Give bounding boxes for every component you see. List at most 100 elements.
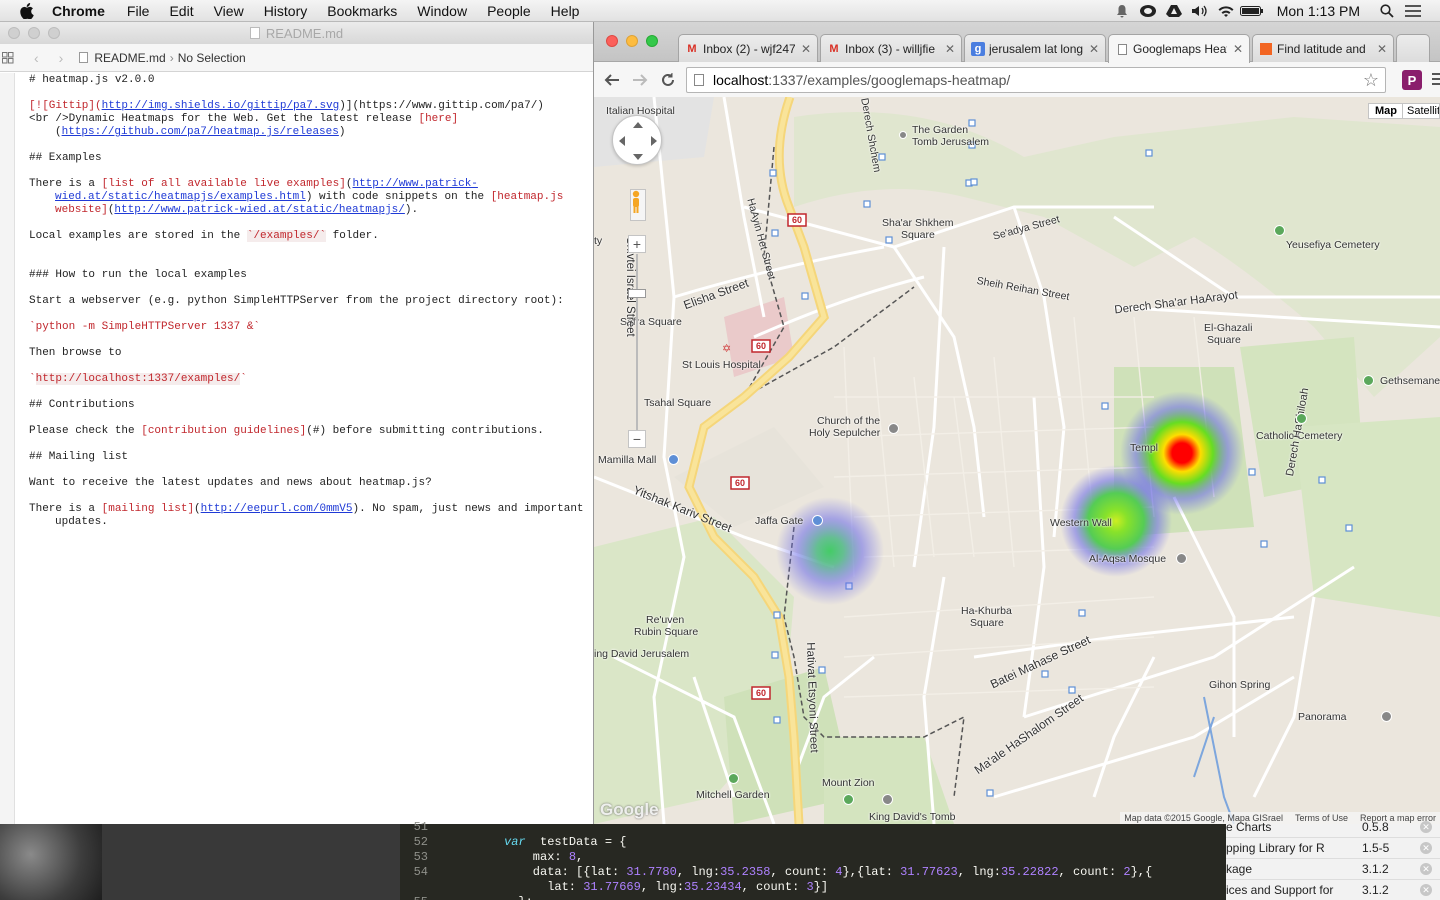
package-row[interactable]: e Charts 0.5.8 ✕ (1226, 817, 1440, 838)
remove-package-icon[interactable]: ✕ (1420, 821, 1432, 833)
map-label[interactable]: Al-Aqsa Mosque (1089, 553, 1166, 565)
package-row[interactable]: kage 3.1.2 ✕ (1226, 859, 1440, 880)
spotlight-search-icon[interactable] (1374, 0, 1400, 22)
menu-people[interactable]: People (487, 3, 531, 19)
close-button[interactable] (606, 35, 618, 47)
map-label[interactable]: The Garden (912, 124, 968, 136)
map-type-satellite-button[interactable]: Satellite (1402, 103, 1440, 119)
remove-package-icon[interactable]: ✕ (1420, 842, 1432, 854)
map-label[interactable]: Square (970, 617, 1004, 629)
package-row[interactable]: ices and Support for 3.1.2 ✕ (1226, 880, 1440, 900)
google-logo[interactable]: Google (600, 800, 659, 820)
code-editor[interactable]: 51 52 var testData = {53 max: 8, 54 data: [… (400, 820, 1226, 900)
map-label[interactable]: Tomb Jerusalem (912, 136, 989, 148)
map-label[interactable]: Rubin Square (634, 626, 698, 638)
menu-view[interactable]: View (214, 3, 244, 19)
grid-icon[interactable] (2, 51, 16, 64)
map-label[interactable]: Sha'ar Shkhem (882, 217, 953, 229)
tab-inbox-1[interactable]: M Inbox (2) - wjf247 ✕ (678, 34, 818, 62)
map-label[interactable]: ing David Jerusalem (594, 648, 689, 660)
map-label[interactable]: Mitchell Garden (696, 789, 770, 801)
chrome-menu-icon[interactable] (1432, 72, 1440, 88)
minimize-button[interactable] (28, 27, 40, 39)
tab-google-search[interactable]: g jerusalem lat long ✕ (964, 34, 1106, 62)
google-drive-icon[interactable] (1161, 0, 1187, 22)
map-label[interactable]: Yeusefiya Cemetery (1286, 239, 1380, 251)
menu-window[interactable]: Window (417, 3, 467, 19)
landmark-icon[interactable] (899, 131, 907, 139)
google-map[interactable]: 60 60 60 60 Italian Hospital The Garden … (594, 97, 1440, 824)
forward-arrow-icon[interactable] (626, 66, 654, 94)
park-icon[interactable] (728, 773, 739, 784)
remove-package-icon[interactable]: ✕ (1420, 863, 1432, 875)
map-label[interactable]: El-Ghazali (1204, 322, 1252, 334)
code-line[interactable]: 51 (400, 820, 1226, 835)
code-line[interactable]: 52 var testData = { (400, 835, 1226, 850)
map-label[interactable]: Templ (1130, 442, 1158, 454)
map-label[interactable]: Holy Sepulcher (809, 427, 880, 439)
creative-cloud-icon[interactable] (1135, 0, 1161, 22)
tab-googlemaps-heatmap[interactable]: Googlemaps Heatmap✕ (1108, 34, 1250, 63)
battery-icon[interactable] (1239, 0, 1265, 22)
package-row[interactable]: pping Library for R 1.5-5 ✕ (1226, 838, 1440, 859)
map-label[interactable]: Square (901, 229, 935, 241)
map-label[interactable]: Gihon Spring (1209, 679, 1270, 691)
cemetery-icon[interactable] (1363, 375, 1374, 386)
map-label[interactable]: Church of the (817, 415, 880, 427)
church-icon[interactable] (888, 423, 899, 434)
tab-inbox-2[interactable]: M Inbox (3) - willjfie ✕ (820, 34, 962, 62)
zoom-slider-track[interactable] (636, 254, 638, 430)
tab-close-icon[interactable]: ✕ (801, 42, 811, 56)
reload-icon[interactable] (654, 66, 682, 94)
zoom-out-button[interactable]: − (628, 430, 646, 448)
tab-close-icon[interactable]: ✕ (1233, 42, 1243, 56)
shopping-icon[interactable] (668, 454, 679, 465)
remove-package-icon[interactable]: ✕ (1420, 884, 1432, 896)
tab-find-latitude[interactable]: Find latitude and ✕ (1252, 34, 1394, 62)
menu-file[interactable]: File (127, 3, 150, 19)
clock[interactable]: Mon 1:13 PM (1277, 3, 1360, 19)
map-type-map-button[interactable]: Map (1368, 103, 1404, 119)
religious-site-icon[interactable] (882, 794, 893, 805)
pan-control-icon[interactable] (612, 115, 662, 165)
forward-icon[interactable]: › (59, 50, 64, 66)
path-file[interactable]: README.md (94, 51, 165, 65)
back-arrow-icon[interactable] (598, 66, 626, 94)
map-label[interactable]: Gethsemane (1380, 375, 1440, 387)
tab-close-icon[interactable]: ✕ (1089, 42, 1099, 56)
zoom-slider-handle[interactable] (628, 289, 646, 298)
map-label[interactable]: Jaffa Gate (755, 515, 803, 527)
zoom-button[interactable] (48, 27, 60, 39)
wifi-icon[interactable] (1213, 0, 1239, 22)
volume-icon[interactable] (1187, 0, 1213, 22)
code-line[interactable]: 53 max: 8, (400, 850, 1226, 865)
code-line[interactable]: 54 data: [{lat: 31.7780, lng:35.2358, co… (400, 865, 1226, 880)
back-icon[interactable]: ‹ (34, 50, 39, 66)
map-label[interactable]: Re'uven (646, 614, 684, 626)
code-line[interactable]: 55 }; (400, 895, 1226, 900)
notification-center-icon[interactable] (1400, 0, 1426, 22)
address-bar[interactable]: localhost:1337/examples/googlemaps-heatm… (686, 67, 1386, 93)
editor-text[interactable]: # heatmap.js v2.0.0 [![Gittip](http://im… (29, 73, 587, 529)
map-label[interactable]: Mamilla Mall (598, 454, 656, 466)
code-line[interactable]: lat: 31.77669, lng:35.23434, count: 3}] (400, 880, 1226, 895)
apple-icon[interactable] (19, 2, 35, 19)
cemetery-icon[interactable] (1274, 225, 1285, 236)
map-label[interactable]: Square (1207, 334, 1241, 346)
menu-edit[interactable]: Edit (169, 3, 193, 19)
extension-icon[interactable]: P (1402, 70, 1422, 90)
cemetery-icon[interactable] (1296, 413, 1307, 424)
page-info-icon[interactable] (694, 74, 704, 86)
close-button[interactable] (8, 27, 20, 39)
map-label[interactable]: Ha-Khurba (961, 605, 1012, 617)
menu-app-name[interactable]: Chrome (52, 3, 105, 19)
hospital-icon[interactable]: ✡ (722, 342, 731, 355)
lodging-icon[interactable] (1381, 711, 1392, 722)
map-label[interactable]: Western Wall (1050, 517, 1112, 529)
zoom-in-button[interactable]: + (628, 235, 646, 253)
tab-close-icon[interactable]: ✕ (1377, 42, 1387, 56)
path-selection[interactable]: No Selection (178, 51, 246, 65)
menu-help[interactable]: Help (551, 3, 580, 19)
map-label[interactable]: St Louis Hospital (682, 359, 761, 371)
map-label[interactable]: Tsahal Square (644, 397, 711, 409)
